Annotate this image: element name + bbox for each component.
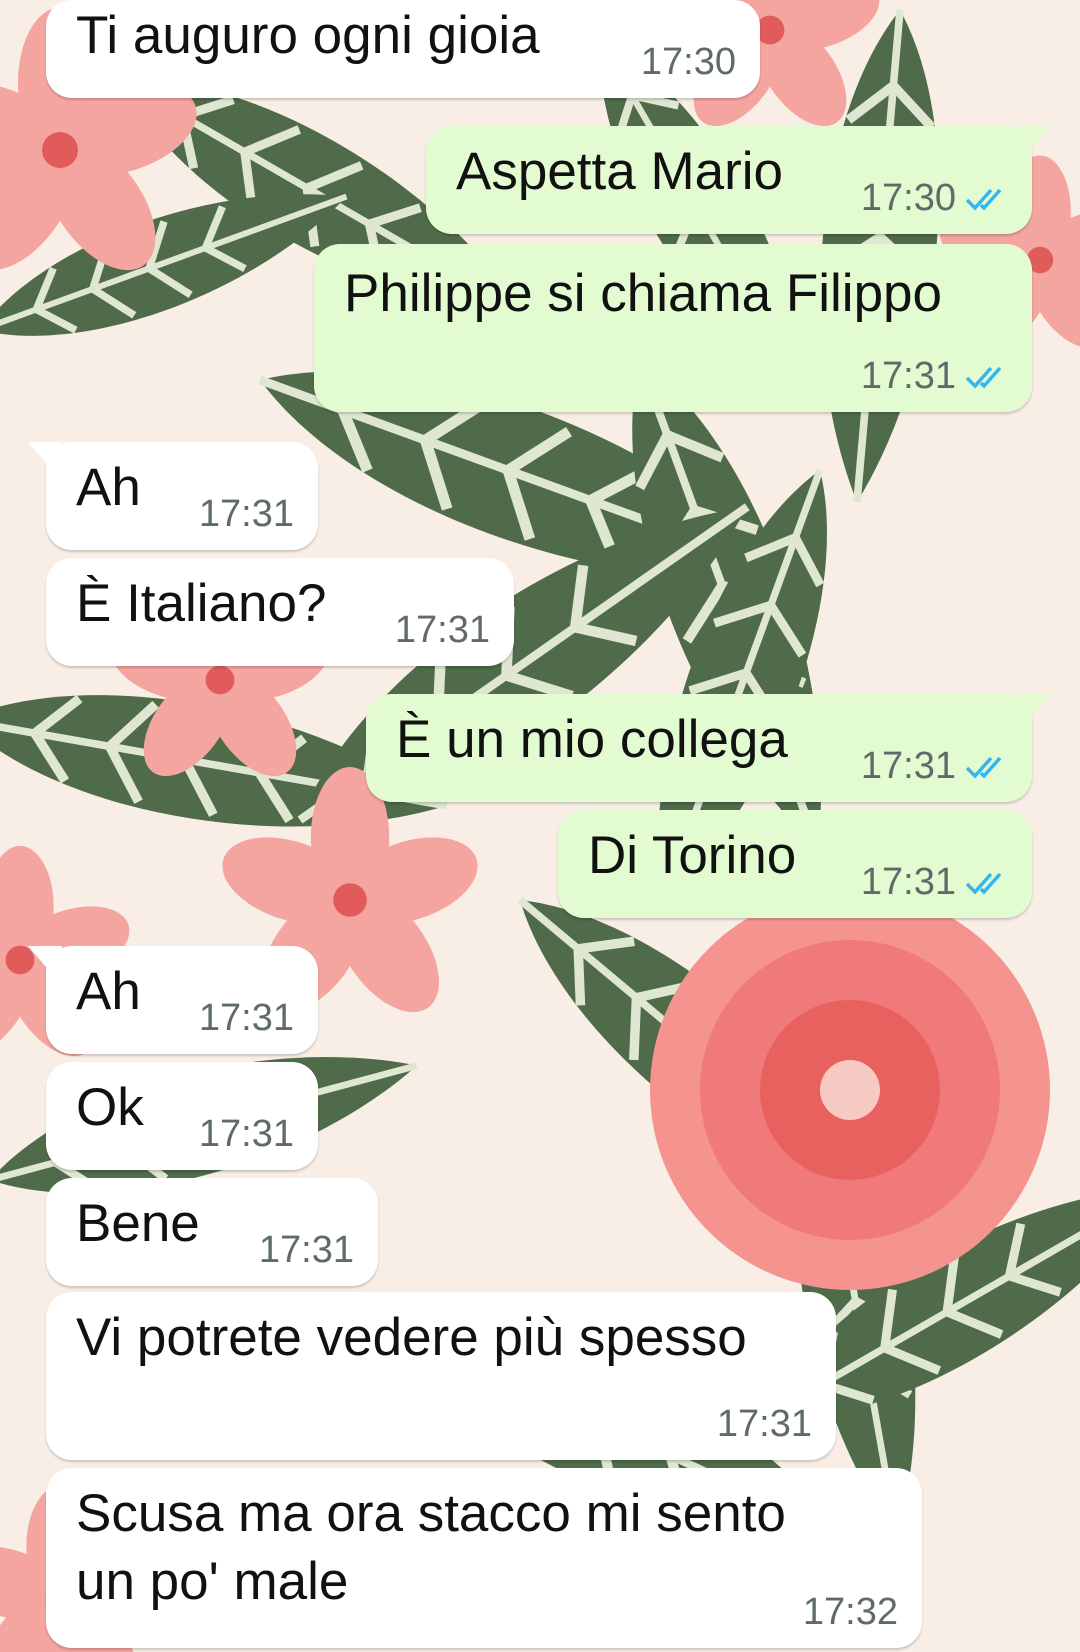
- message-time: 17:31: [198, 997, 294, 1039]
- message-incoming[interactable]: È Italiano? 17:31: [46, 558, 514, 666]
- message-text: Aspetta Mario: [456, 142, 783, 201]
- message-time: 17:31: [394, 609, 490, 651]
- message-time: 17:31: [258, 1229, 354, 1271]
- message-meta: 17:31: [395, 609, 490, 652]
- message-meta: 17:31: [861, 745, 1010, 788]
- message-meta: 17:32: [803, 1591, 898, 1634]
- message-meta: 17:31: [717, 1403, 812, 1446]
- message-outgoing[interactable]: È un mio collega 17:31: [366, 694, 1050, 802]
- message-incoming[interactable]: Scusa ma ora stacco mi sento un po' male…: [46, 1468, 922, 1648]
- bubble-tail: [1016, 694, 1050, 722]
- bubble-tail: [1016, 126, 1050, 154]
- message-meta: 17:31: [199, 1113, 294, 1156]
- message-incoming[interactable]: Ah 17:31: [28, 442, 318, 550]
- message-time: 17:31: [198, 1113, 294, 1155]
- message-meta: 17:31: [861, 355, 1010, 398]
- message-text: Ah: [76, 458, 141, 517]
- message-incoming[interactable]: Ti auguro ogni gioia 17:30: [46, 0, 760, 98]
- double-check-icon: [965, 366, 1002, 389]
- double-check-icon: [965, 188, 1002, 211]
- message-text: Scusa ma ora stacco mi sento un po' male: [76, 1484, 786, 1611]
- message-meta: 17:31: [861, 861, 1010, 904]
- double-check-icon: [965, 872, 1002, 895]
- message-time: 17:31: [860, 745, 956, 787]
- message-text: Ok: [76, 1078, 144, 1137]
- message-outgoing[interactable]: Di Torino 17:31: [558, 810, 1032, 918]
- bubble-tail: [28, 946, 62, 974]
- message-time: 17:31: [860, 355, 956, 397]
- message-text: È un mio collega: [396, 710, 788, 769]
- message-time: 17:31: [860, 861, 956, 903]
- message-meta: 17:30: [641, 41, 736, 84]
- message-incoming[interactable]: Ah 17:31: [28, 946, 318, 1054]
- message-text: Philippe si chiama Filippo: [344, 264, 943, 323]
- message-incoming[interactable]: Vi potrete vedere più spesso 17:31: [46, 1292, 836, 1460]
- message-time: 17:31: [716, 1403, 812, 1445]
- message-text: Vi potrete vedere più spesso: [76, 1308, 747, 1367]
- message-time: 17:31: [198, 493, 294, 535]
- message-outgoing[interactable]: Aspetta Mario 17:30: [426, 126, 1050, 234]
- double-check-icon: [965, 756, 1002, 779]
- message-time: 17:32: [802, 1591, 898, 1633]
- chat-thread[interactable]: Ti auguro ogni gioia 17:30 Aspetta Mario…: [0, 0, 1080, 1652]
- message-incoming[interactable]: Bene 17:31: [46, 1178, 378, 1286]
- message-text: Ti auguro ogni gioia: [76, 6, 540, 65]
- message-meta: 17:31: [259, 1229, 354, 1272]
- message-outgoing[interactable]: Philippe si chiama Filippo 17:31: [314, 244, 1032, 412]
- message-text: Bene: [76, 1194, 200, 1253]
- message-text: Di Torino: [588, 826, 797, 885]
- message-time: 17:30: [640, 41, 736, 83]
- message-meta: 17:30: [861, 177, 1010, 220]
- message-incoming[interactable]: Ok 17:31: [46, 1062, 318, 1170]
- bubble-tail: [28, 442, 62, 470]
- message-meta: 17:31: [199, 997, 294, 1040]
- message-meta: 17:31: [199, 493, 294, 536]
- message-time: 17:30: [860, 177, 956, 219]
- message-text: È Italiano?: [76, 574, 327, 633]
- message-text: Ah: [76, 962, 141, 1021]
